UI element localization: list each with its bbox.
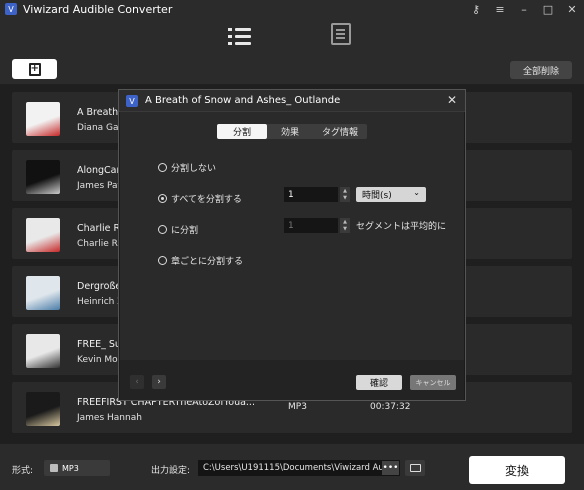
app-logo-icon: V: [5, 3, 17, 15]
radio-no-split[interactable]: [158, 163, 167, 172]
open-folder-button[interactable]: [405, 460, 425, 476]
cancel-button[interactable]: キャンセル: [410, 375, 456, 390]
app-title: Viwizard Audible Converter: [23, 2, 173, 16]
book-title: Charlie R: [77, 223, 121, 234]
maximize-icon[interactable]: □: [542, 3, 554, 16]
split-dialog: V A Breath of Snow and Ashes_ Outlande ✕…: [118, 89, 466, 401]
book-duration: 00:37:32: [370, 402, 411, 412]
output-label: 出力設定:: [151, 466, 191, 476]
book-title: Dergroße: [77, 281, 122, 292]
option-no-split[interactable]: 分割しない: [158, 161, 216, 174]
segment-note: セグメントは平均的に: [356, 222, 447, 232]
book-cover: [26, 102, 60, 136]
book-author: James Pat: [77, 181, 122, 191]
tab-split[interactable]: 分割: [217, 124, 267, 139]
key-icon[interactable]: ⚷: [470, 3, 482, 16]
app-window: V Viwizard Audible Converter ⚷ ≡ – □ ✕ +…: [0, 0, 584, 490]
unit-select-value: 時間(s): [362, 191, 392, 201]
book-author: Kevin Mor: [77, 355, 122, 365]
history-icon[interactable]: [331, 23, 351, 45]
toolbar: + 全部削除: [0, 18, 584, 84]
close-icon[interactable]: ✕: [566, 3, 578, 16]
title-bar: V Viwizard Audible Converter ⚷ ≡ – □ ✕: [0, 0, 584, 18]
radio-split-into[interactable]: [158, 225, 167, 234]
option-split-every-label: すべてを分割する: [171, 195, 242, 205]
book-cover: [26, 218, 60, 252]
unit-select[interactable]: 時間(s) ⌄: [356, 187, 426, 202]
book-cover: [26, 276, 60, 310]
option-split-into[interactable]: に分割: [158, 223, 198, 236]
add-file-button[interactable]: +: [12, 59, 57, 79]
next-button[interactable]: ›: [152, 375, 166, 389]
book-cover: [26, 160, 60, 194]
dialog-header: V A Breath of Snow and Ashes_ Outlande ✕: [119, 90, 465, 112]
add-file-icon: +: [28, 62, 41, 76]
split-into-input[interactable]: 1: [284, 218, 338, 233]
dialog-footer: ‹ › 確認 キャンセル: [120, 360, 464, 400]
tab-effects[interactable]: 効果: [267, 124, 313, 139]
list-icon[interactable]: [228, 25, 252, 47]
book-title: A Breath: [77, 107, 119, 118]
split-every-stepper[interactable]: ▲ ▼: [340, 187, 350, 202]
clear-all-button[interactable]: 全部削除: [510, 61, 572, 79]
prev-button[interactable]: ‹: [130, 375, 144, 389]
book-cover: [26, 334, 60, 368]
bottom-bar: 形式: MP3 出力設定: C:\Users\U191115\Documents…: [0, 444, 584, 490]
window-controls: ⚷ ≡ – □ ✕: [470, 0, 578, 18]
minimize-icon[interactable]: –: [518, 3, 530, 16]
folder-icon: [409, 464, 421, 472]
book-title: AlongCar: [77, 165, 121, 176]
chevron-down-icon: ⌄: [413, 188, 420, 197]
book-title: FREE_ Su: [77, 339, 121, 350]
output-path-field[interactable]: C:\Users\U191115\Documents\Viwizard Au: [198, 460, 400, 476]
format-label: 形式:: [12, 466, 34, 476]
tab-tags[interactable]: タグ情報: [313, 124, 367, 139]
radio-split-chapter[interactable]: [158, 256, 167, 265]
split-into-stepper[interactable]: ▲ ▼: [340, 218, 350, 233]
format-value: MP3: [62, 463, 79, 473]
confirm-button[interactable]: 確認: [356, 375, 402, 390]
split-every-input[interactable]: 1: [284, 187, 338, 202]
menu-icon[interactable]: ≡: [494, 3, 506, 16]
convert-button[interactable]: 変換: [469, 456, 565, 484]
option-split-chapter[interactable]: 章ごとに分割する: [158, 254, 243, 267]
dialog-close-icon[interactable]: ✕: [447, 93, 457, 107]
book-format: MP3: [288, 402, 307, 412]
option-split-into-label: に分割: [171, 226, 199, 236]
book-cover: [26, 392, 60, 426]
dialog-title: A Breath of Snow and Ashes_ Outlande: [145, 95, 341, 106]
dialog-body: 分割 効果 タグ情報 分割しない すべてを分割する に分割 章ごとに分割する 1: [120, 112, 464, 360]
option-split-chapter-label: 章ごとに分割する: [171, 257, 244, 267]
option-no-split-label: 分割しない: [171, 164, 217, 174]
radio-split-every[interactable]: [158, 194, 167, 203]
book-author: Heinrich Z: [77, 297, 124, 307]
book-author: James Hannah: [77, 413, 142, 423]
option-split-every[interactable]: すべてを分割する: [158, 192, 242, 205]
format-icon: [50, 464, 58, 472]
format-select[interactable]: MP3: [44, 460, 110, 476]
dialog-logo-icon: V: [126, 95, 138, 107]
book-author: Charlie Ro: [77, 239, 123, 249]
dialog-tabs: 分割 効果 タグ情報: [217, 124, 367, 139]
more-button[interactable]: •••: [382, 461, 399, 475]
